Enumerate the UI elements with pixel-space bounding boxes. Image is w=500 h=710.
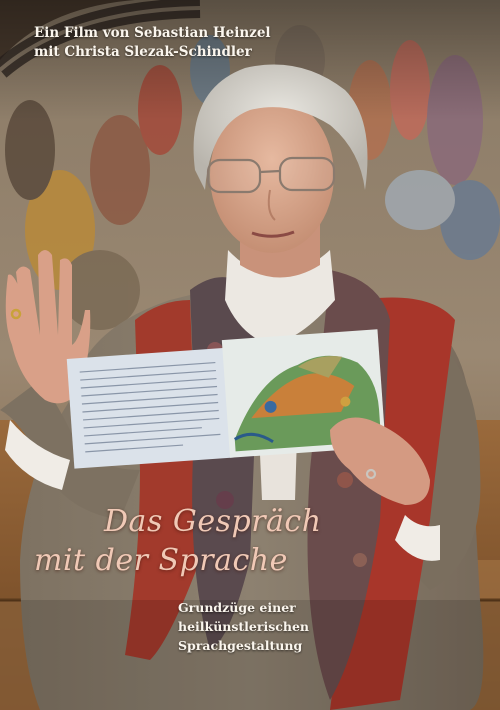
film-poster: Ein Film von Sebastian Heinzel mit Chris…	[0, 0, 500, 710]
film-subtitle: Grundzüge einer heilkünstlerischen Sprac…	[178, 598, 309, 655]
credit-line-director: Ein Film von Sebastian Heinzel	[34, 25, 271, 41]
credit-line-cast: mit Christa Slezak-Schindler	[34, 44, 252, 60]
subtitle-line-2: heilkünstlerischen	[178, 619, 309, 634]
title-line-1: Das Gespräch	[104, 504, 322, 539]
subtitle-line-1: Grundzüge einer	[178, 600, 296, 615]
film-title: Das Gespräch mit der Sprache	[34, 502, 322, 580]
title-line-2: mit der Sprache	[34, 543, 288, 578]
film-credits: Ein Film von Sebastian Heinzel mit Chris…	[34, 24, 271, 62]
subtitle-line-3: Sprachgestaltung	[178, 638, 303, 653]
